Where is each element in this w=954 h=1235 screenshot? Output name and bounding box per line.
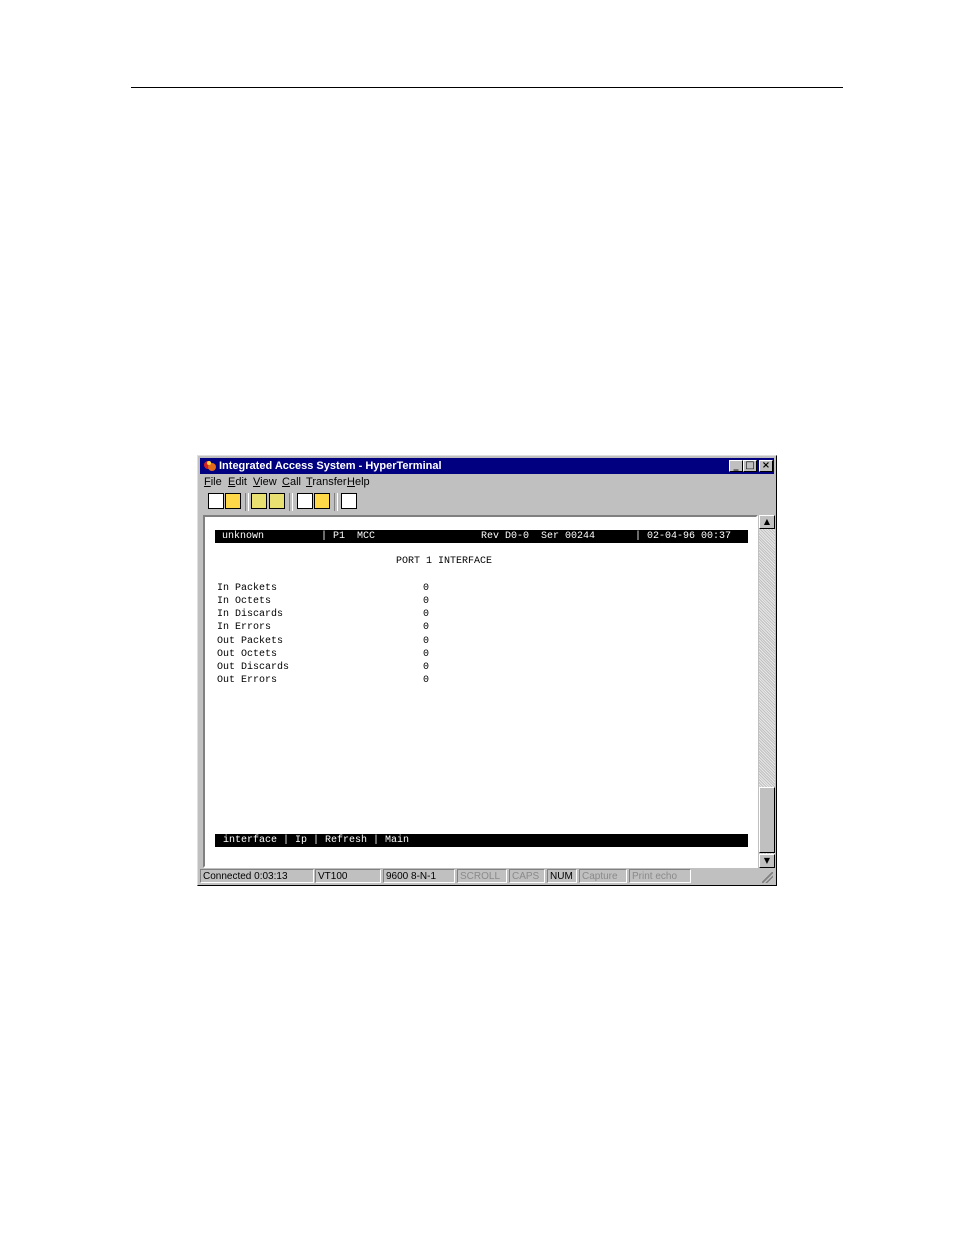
header-revision: Rev D0-0 Ser 00244 <box>481 531 596 542</box>
row-value-in-discards: 0 <box>423 609 430 620</box>
row-value-out-packets: 0 <box>423 636 430 647</box>
row-label-in-octets: In Octets <box>217 596 272 607</box>
scroll-up-icon[interactable]: ▲ <box>759 515 775 529</box>
status-bar: Connected 0:03:13 VT100 9600 8-N-1 SCROL… <box>200 869 774 884</box>
scroll-thumb[interactable] <box>759 787 775 853</box>
new-document-icon[interactable] <box>208 493 224 509</box>
menu-view-label: iew <box>260 476 277 488</box>
row-label-out-packets: Out Packets <box>217 636 284 647</box>
hyperterminal-window: Integrated Access System - HyperTerminal… <box>197 455 777 886</box>
minimize-button[interactable]: _ <box>729 460 743 472</box>
menu-help[interactable]: Help <box>347 475 370 490</box>
toolbar-separator <box>289 493 293 511</box>
row-label-in-discards: In Discards <box>217 609 284 620</box>
menu-view[interactable]: View <box>253 475 277 490</box>
status-scroll: SCROLL <box>457 869 507 883</box>
maximize-button[interactable]: □ <box>743 460 757 472</box>
menu-file-label: ile <box>210 476 222 488</box>
menu-call-accel: C <box>282 476 290 488</box>
terminal-area[interactable]: unknown | P1 MCC Rev D0-0 Ser 00244 | 02… <box>203 515 758 868</box>
close-button[interactable]: × <box>759 460 773 472</box>
menu-call[interactable]: Call <box>282 475 301 490</box>
screen-title: PORT 1 INTERFACE <box>396 556 493 567</box>
properties-icon[interactable] <box>341 493 357 509</box>
menu-edit-label: dit <box>235 476 247 488</box>
row-value-out-octets: 0 <box>423 649 430 660</box>
row-label-in-packets: In Packets <box>217 583 278 594</box>
menu-file-accel: F <box>204 476 211 488</box>
receive-file-icon[interactable] <box>314 493 330 509</box>
status-num: NUM <box>547 869 577 883</box>
send-file-icon[interactable] <box>297 493 313 509</box>
footer-menu-text: interface | Ip | Refresh | Main <box>223 835 410 846</box>
status-caps: CAPS <box>509 869 545 883</box>
header-port: | P1 MCC <box>321 531 376 542</box>
status-print-echo: Print echo <box>629 869 691 883</box>
status-emulation: VT100 <box>315 869 381 883</box>
connect-phone-icon[interactable] <box>251 493 267 509</box>
row-label-out-errors: Out Errors <box>217 675 278 686</box>
toolbar-separator <box>334 493 338 511</box>
row-value-in-errors: 0 <box>423 622 430 633</box>
terminal-header-bar: unknown | P1 MCC Rev D0-0 Ser 00244 | 02… <box>215 530 748 543</box>
menu-file[interactable]: File <box>204 475 222 490</box>
row-label-out-discards: Out Discards <box>217 662 290 673</box>
menu-transfer-label: ransfer <box>312 476 347 488</box>
menu-call-label: all <box>289 476 301 488</box>
terminal-screen[interactable]: unknown | P1 MCC Rev D0-0 Ser 00244 | 02… <box>213 524 748 854</box>
resize-grip-icon[interactable] <box>762 872 773 883</box>
status-connected: Connected 0:03:13 <box>200 869 314 883</box>
menu-transfer[interactable]: Transfer <box>306 475 347 490</box>
row-value-in-octets: 0 <box>423 596 430 607</box>
window-title: Integrated Access System - HyperTerminal <box>219 460 442 472</box>
title-bar[interactable]: Integrated Access System - HyperTerminal… <box>200 458 774 474</box>
row-label-out-octets: Out Octets <box>217 649 278 660</box>
open-folder-icon[interactable] <box>225 493 241 509</box>
hyperterminal-app-icon[interactable] <box>203 459 217 473</box>
toolbar-separator <box>245 493 249 511</box>
row-value-out-discards: 0 <box>423 662 430 673</box>
row-value-in-packets: 0 <box>423 583 430 594</box>
status-capture: Capture <box>579 869 627 883</box>
disconnect-phone-icon[interactable] <box>269 493 285 509</box>
header-system-name: unknown <box>222 531 265 542</box>
status-settings: 9600 8-N-1 <box>383 869 455 883</box>
page-top-rule <box>131 87 843 88</box>
scroll-down-icon[interactable]: ▼ <box>759 854 775 868</box>
row-value-out-errors: 0 <box>423 675 430 686</box>
toolbar <box>201 491 773 513</box>
vertical-scrollbar[interactable]: ▲ ▼ <box>759 515 775 868</box>
row-label-in-errors: In Errors <box>217 622 272 633</box>
menu-edit[interactable]: Edit <box>228 475 247 490</box>
menu-help-label: elp <box>354 476 370 488</box>
header-datetime: | 02-04-96 00:37 <box>635 531 732 542</box>
terminal-footer-menu: interface | Ip | Refresh | Main <box>215 834 748 847</box>
menu-help-accel: H <box>347 476 355 488</box>
